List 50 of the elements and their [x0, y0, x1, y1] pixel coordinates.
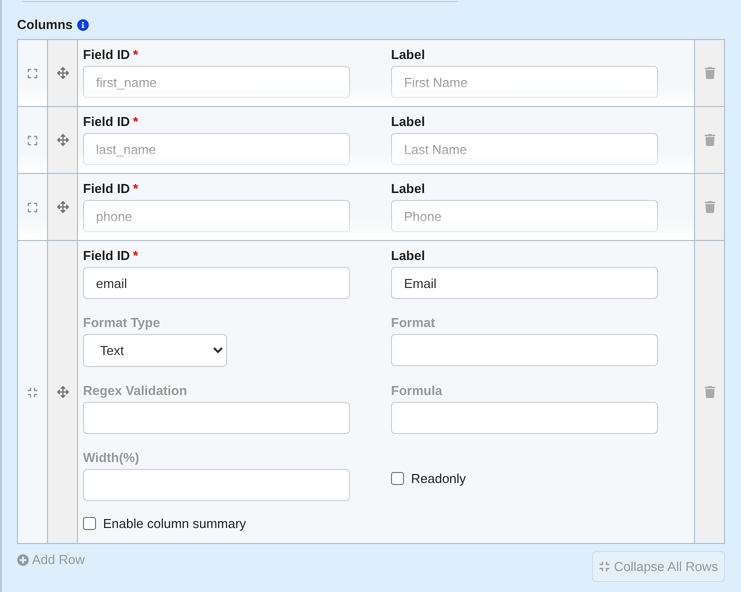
- text-field[interactable]: Phone: [391, 200, 658, 232]
- text-field[interactable]: [391, 402, 658, 434]
- text-field[interactable]: phone: [83, 200, 350, 232]
- required-mark: *: [132, 47, 138, 62]
- expand-icon[interactable]: [27, 202, 38, 212]
- field-label: Label: [391, 114, 425, 129]
- field-label: Field ID: [83, 114, 130, 129]
- checkbox[interactable]: [83, 517, 96, 530]
- section-title: Columns: [17, 17, 73, 32]
- checkbox-label: Readonly: [411, 470, 466, 486]
- required-mark: *: [132, 181, 138, 196]
- move-icon[interactable]: [56, 201, 68, 213]
- text-field[interactable]: Email: [391, 267, 658, 299]
- trash-icon[interactable]: [704, 386, 716, 398]
- add-row-link[interactable]: Add Row: [17, 552, 85, 567]
- text-field[interactable]: [391, 334, 658, 366]
- required-mark: *: [132, 114, 138, 129]
- field-label: Format: [391, 315, 436, 330]
- trash-icon[interactable]: [704, 134, 716, 146]
- text-field[interactable]: email: [83, 267, 350, 299]
- collapse-icon: [598, 561, 610, 572]
- trash-icon[interactable]: [704, 201, 716, 213]
- move-icon[interactable]: [56, 67, 68, 79]
- text-field[interactable]: Last Name: [391, 133, 658, 165]
- text-field[interactable]: last_name: [83, 133, 350, 165]
- text-field[interactable]: First Name: [391, 66, 658, 98]
- checkbox[interactable]: [391, 472, 404, 484]
- field-label: Field ID: [83, 181, 130, 196]
- field-label: Regex Validation: [83, 383, 188, 398]
- field-label: Label: [391, 248, 425, 263]
- move-icon[interactable]: [56, 386, 68, 398]
- text-field[interactable]: [83, 402, 350, 434]
- text-field[interactable]: [83, 469, 350, 501]
- field-label: Format Type: [83, 315, 160, 330]
- trash-icon[interactable]: [704, 67, 716, 79]
- expand-icon[interactable]: [27, 68, 38, 78]
- field-label: Label: [391, 181, 425, 196]
- required-mark: *: [132, 248, 138, 263]
- info-icon[interactable]: [76, 18, 89, 30]
- field-label: Field ID: [83, 248, 130, 263]
- move-icon[interactable]: [56, 134, 68, 146]
- field-label: Label: [391, 47, 425, 62]
- text-field[interactable]: first_name: [83, 66, 350, 98]
- field-label: Width(%): [83, 450, 140, 465]
- field-label: Field ID: [83, 47, 130, 62]
- checkbox-label: Enable column summary: [103, 516, 246, 531]
- plus-icon: [17, 554, 29, 566]
- collapse-icon[interactable]: [27, 386, 38, 398]
- expand-icon[interactable]: [27, 134, 38, 146]
- field-label: Formula: [391, 383, 442, 398]
